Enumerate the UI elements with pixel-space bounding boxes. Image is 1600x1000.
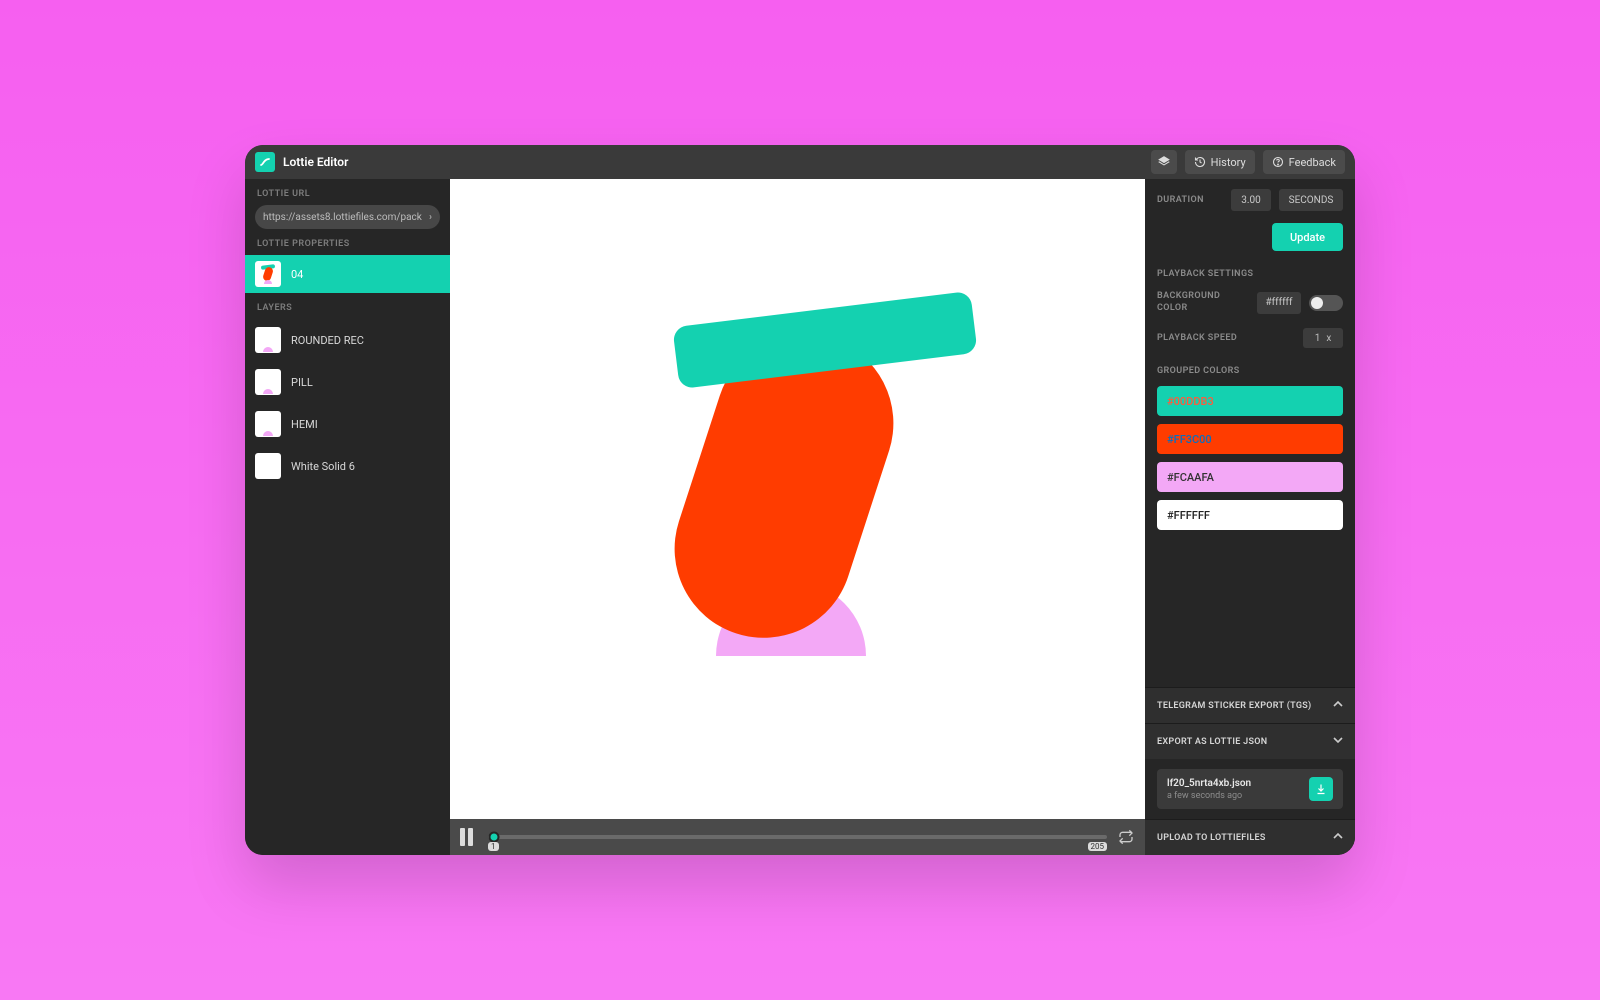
color-swatch[interactable]: #FF3C00 (1157, 424, 1343, 454)
update-button[interactable]: Update (1272, 223, 1343, 251)
app-title: Lottie Editor (283, 155, 348, 169)
feedback-button[interactable]: Feedback (1263, 150, 1345, 174)
color-swatch[interactable]: #FCAAFA (1157, 462, 1343, 492)
grouped-colors-label: GROUPED COLORS (1157, 366, 1343, 376)
lottie-url-value: https://assets8.lottiefiles.com/pack (263, 212, 422, 223)
layer-thumb (255, 327, 281, 353)
layer-label: HEMI (291, 418, 318, 431)
duration-unit-select[interactable]: SECONDS (1279, 189, 1343, 211)
chevron-right-icon: › (429, 212, 432, 223)
left-panel: LOTTIE URL https://assets8.lottiefiles.c… (245, 179, 450, 855)
layer-thumb (255, 369, 281, 395)
duration-value-input[interactable]: 3.00 (1231, 189, 1271, 211)
playback-bar: 1 205 (450, 819, 1145, 855)
bg-color-input[interactable]: #ffffff (1257, 292, 1301, 314)
app-logo-icon (255, 152, 275, 172)
bg-dark-toggle[interactable] (1309, 295, 1343, 311)
playback-speed-input[interactable]: 1 x (1303, 328, 1343, 348)
layer-row-white-solid[interactable]: White Solid 6 (245, 445, 450, 487)
history-button[interactable]: History (1185, 150, 1255, 174)
center-area: 1 205 (450, 179, 1145, 855)
layer-label: ROUNDED REC (291, 334, 364, 347)
topbar: Lottie Editor History Feedback (245, 145, 1355, 179)
layer-row-pill[interactable]: PILL (245, 361, 450, 403)
lottie-property-row[interactable]: 04 (245, 255, 450, 293)
color-swatch[interactable]: #FFFFFF (1157, 500, 1343, 530)
preview-canvas (450, 179, 1145, 819)
lottie-url-field[interactable]: https://assets8.lottiefiles.com/pack › (255, 205, 440, 229)
download-button[interactable] (1309, 777, 1333, 801)
layers-toggle-button[interactable] (1151, 150, 1177, 174)
lottie-url-label: LOTTIE URL (245, 179, 450, 205)
chevron-up-icon (1333, 831, 1343, 844)
chevron-down-icon (1333, 735, 1343, 748)
property-thumb (255, 261, 281, 287)
layer-thumb (255, 411, 281, 437)
playback-settings-label: PLAYBACK SETTINGS (1157, 269, 1343, 279)
layers-label: LAYERS (245, 293, 450, 319)
history-label: History (1211, 156, 1246, 169)
export-json-body: lf20_5nrta4xb.json a few seconds ago (1145, 759, 1355, 819)
pause-button[interactable] (460, 828, 478, 846)
loop-button[interactable] (1117, 828, 1135, 846)
layer-row-rounded-rec[interactable]: ROUNDED REC (245, 319, 450, 361)
upload-section[interactable]: UPLOAD TO LOTTIEFILES (1145, 819, 1355, 855)
property-name: 04 (291, 268, 303, 281)
export-file-time: a few seconds ago (1167, 791, 1251, 801)
lottie-properties-label: LOTTIE PROPERTIES (245, 229, 450, 255)
export-file-name: lf20_5nrta4xb.json (1167, 778, 1251, 789)
layer-label: PILL (291, 376, 313, 389)
right-panel: DURATION 3.00 SECONDS Update PLAYBACK SE… (1145, 179, 1355, 855)
playback-speed-label: PLAYBACK SPEED (1157, 333, 1237, 343)
timeline-knob[interactable] (489, 832, 500, 843)
feedback-label: Feedback (1289, 156, 1336, 169)
layer-row-hemi[interactable]: HEMI (245, 403, 450, 445)
frame-end-badge: 205 (1088, 842, 1108, 851)
export-file-card: lf20_5nrta4xb.json a few seconds ago (1157, 769, 1343, 809)
chevron-up-icon (1333, 699, 1343, 712)
color-swatch[interactable]: #00DDB3 (1157, 386, 1343, 416)
layer-thumb (255, 453, 281, 479)
tgs-export-section[interactable]: TELEGRAM STICKER EXPORT (TGS) (1145, 687, 1355, 723)
duration-label: DURATION (1157, 195, 1204, 205)
app-window: Lottie Editor History Feedback LOTTIE UR… (245, 145, 1355, 855)
export-json-section[interactable]: EXPORT AS LOTTIE JSON (1145, 723, 1355, 759)
frame-start-badge: 1 (488, 842, 499, 851)
bg-color-label: BACKGROUND COLOR (1157, 291, 1231, 314)
timeline-slider[interactable]: 1 205 (488, 828, 1107, 846)
layer-label: White Solid 6 (291, 460, 355, 473)
